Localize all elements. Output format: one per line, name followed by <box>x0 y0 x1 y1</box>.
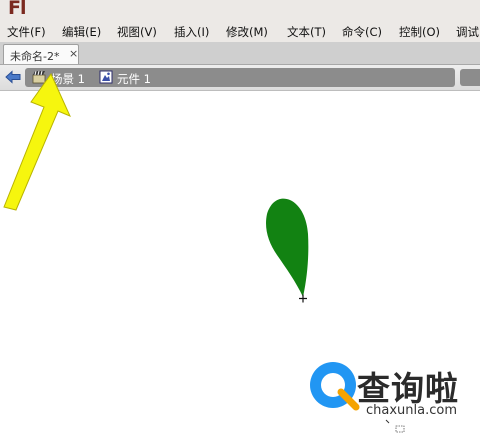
petal-shape[interactable] <box>266 198 309 297</box>
watermark-url: chaxunla.com <box>366 403 457 418</box>
cursor-mark <box>385 419 390 424</box>
watermark-logo-icon <box>310 362 360 411</box>
selection-marker <box>395 425 405 433</box>
registration-point-icon <box>299 294 307 303</box>
annotation-arrow <box>3 73 71 211</box>
